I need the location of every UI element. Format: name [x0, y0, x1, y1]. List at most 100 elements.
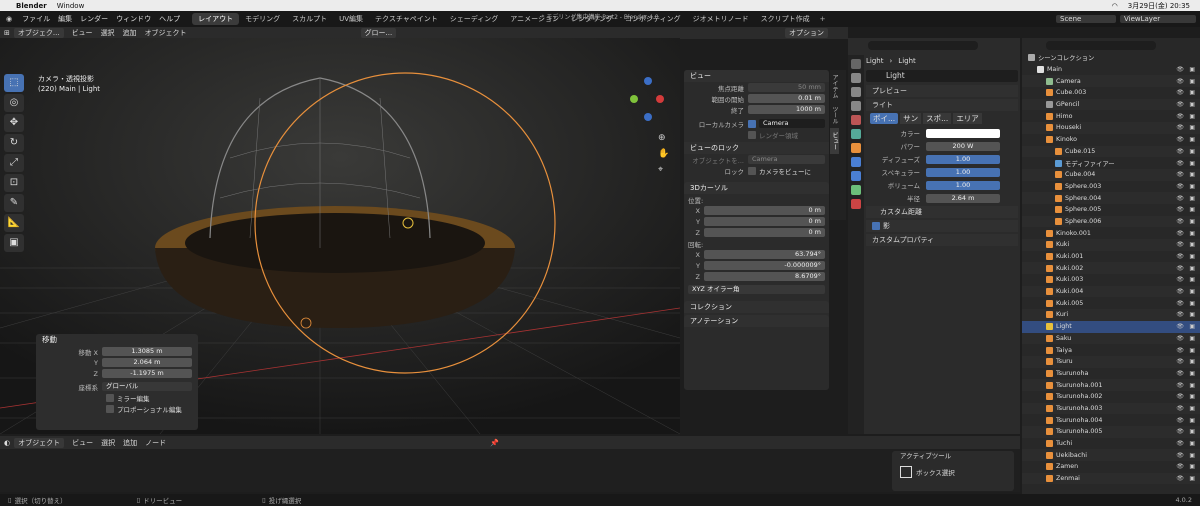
render-camera-icon[interactable]: ▣: [1189, 288, 1195, 295]
visibility-eye-icon[interactable]: 👁: [1176, 311, 1184, 318]
render-camera-icon[interactable]: ▣: [1189, 253, 1195, 260]
custom-props-section[interactable]: カスタムプロパティ: [866, 234, 1018, 246]
visibility-eye-icon[interactable]: 👁: [1176, 241, 1184, 248]
outliner-row[interactable]: Kuki.005 👁 ▣: [1022, 297, 1200, 309]
visibility-eye-icon[interactable]: 👁: [1176, 183, 1184, 190]
outliner-row[interactable]: Sphere.003 👁 ▣: [1022, 181, 1200, 193]
focal-field[interactable]: 50 mm: [748, 83, 825, 92]
view-panel-header[interactable]: ビュー: [684, 70, 829, 82]
transform-orientation[interactable]: グロー...: [360, 28, 397, 38]
annotation-header[interactable]: アノテーション: [684, 315, 829, 327]
outliner-row[interactable]: Saku 👁 ▣: [1022, 332, 1200, 345]
cursor-rot-z-field[interactable]: 8.6709°: [704, 272, 825, 281]
outliner-row[interactable]: Tsurunoha 👁 ▣: [1022, 368, 1200, 380]
cursor-tool-icon[interactable]: ◎: [4, 94, 24, 112]
cursor-x-field[interactable]: 0 m: [704, 206, 825, 215]
view-lock-header[interactable]: ビューのロック: [684, 142, 829, 154]
lock-camera-checkbox[interactable]: [748, 166, 756, 175]
visibility-eye-icon[interactable]: 👁: [1176, 195, 1184, 202]
render-camera-icon[interactable]: ▣: [1189, 183, 1195, 190]
visibility-eye-icon[interactable]: 👁: [1176, 417, 1184, 424]
visibility-eye-icon[interactable]: 👁: [1176, 347, 1184, 354]
node-mode-selector[interactable]: オブジェクト: [14, 437, 65, 448]
radius-field[interactable]: 2.64 m: [926, 193, 1000, 203]
scene-props-icon[interactable]: [851, 115, 861, 125]
visibility-eye-icon[interactable]: 👁: [1176, 276, 1184, 283]
visibility-eye-icon[interactable]: 👁: [1176, 440, 1184, 447]
visibility-eye-icon[interactable]: 👁: [1176, 101, 1184, 108]
shadow-section[interactable]: 影: [866, 220, 1018, 232]
node-menu-0[interactable]: ビュー: [68, 438, 97, 448]
add-workspace-icon[interactable]: +: [820, 15, 826, 23]
visibility-eye-icon[interactable]: 👁: [1176, 89, 1184, 96]
render-camera-icon[interactable]: ▣: [1189, 195, 1195, 202]
render-camera-icon[interactable]: ▣: [1189, 101, 1195, 108]
render-camera-icon[interactable]: ▣: [1189, 405, 1195, 412]
outliner-row[interactable]: Tsurunoha.005 👁 ▣: [1022, 426, 1200, 438]
render-props-icon[interactable]: [851, 73, 861, 83]
render-camera-icon[interactable]: ▣: [1189, 300, 1195, 307]
visibility-eye-icon[interactable]: 👁: [1176, 335, 1184, 342]
render-camera-icon[interactable]: ▣: [1189, 136, 1195, 143]
cursor-rot-y-field[interactable]: -0.000009°: [704, 261, 825, 270]
mac-app-name[interactable]: Blender: [16, 2, 47, 10]
local-camera-checkbox[interactable]: [748, 119, 756, 128]
specular-field[interactable]: 1.00: [926, 167, 1000, 177]
visibility-eye-icon[interactable]: 👁: [1176, 393, 1184, 400]
collection-header[interactable]: コレクション: [684, 301, 829, 313]
render-camera-icon[interactable]: ▣: [1189, 323, 1195, 330]
active-tool-title[interactable]: アクティブツール: [892, 451, 1014, 462]
menu-4[interactable]: ヘルプ: [155, 14, 184, 24]
box-select-icon[interactable]: [900, 466, 912, 478]
outliner-row[interactable]: Light 👁 ▣: [1022, 320, 1200, 333]
workspace-tab-0[interactable]: レイアウト: [192, 13, 240, 25]
outliner-row[interactable]: Main 👁 ▣: [1022, 64, 1200, 76]
visibility-eye-icon[interactable]: 👁: [1176, 405, 1184, 412]
power-field[interactable]: 200 W: [926, 141, 1000, 151]
render-camera-icon[interactable]: ▣: [1189, 393, 1195, 400]
mode-selector[interactable]: オブジェク...: [13, 28, 64, 38]
mac-window-menu[interactable]: Window: [57, 2, 85, 10]
render-camera-icon[interactable]: ▣: [1189, 66, 1195, 73]
wifi-icon[interactable]: ◠: [1112, 2, 1118, 10]
scene-selector[interactable]: Scene: [1056, 15, 1116, 23]
texture-props-icon[interactable]: [851, 199, 861, 209]
outliner-row[interactable]: GPencil 👁 ▣: [1022, 98, 1200, 111]
visibility-eye-icon[interactable]: 👁: [1176, 124, 1184, 131]
move-z-field[interactable]: -1.1975 m: [102, 369, 192, 378]
light-type-area[interactable]: エリア: [953, 113, 982, 124]
visibility-eye-icon[interactable]: 👁: [1176, 160, 1184, 167]
workspace-tab-2[interactable]: スカルプト: [286, 13, 333, 25]
diffuse-field[interactable]: 1.00: [926, 154, 1000, 164]
tab-item[interactable]: アイテム: [830, 70, 839, 102]
light-type-sun[interactable]: サン: [900, 113, 922, 124]
mirror-checkbox[interactable]: [106, 393, 114, 402]
move-x-field[interactable]: 1.3085 m: [102, 347, 192, 356]
render-camera-icon[interactable]: ▣: [1189, 241, 1195, 248]
select-tool-icon[interactable]: ⬚: [4, 74, 24, 92]
clip-start-field[interactable]: 0.01 m: [748, 94, 825, 103]
render-camera-icon[interactable]: ▣: [1189, 78, 1195, 85]
node-menu-3[interactable]: ノード: [141, 438, 170, 448]
visibility-eye-icon[interactable]: 👁: [1176, 323, 1184, 330]
outliner-row[interactable]: Kuri 👁 ▣: [1022, 309, 1200, 321]
visibility-eye-icon[interactable]: 👁: [1176, 113, 1184, 120]
render-camera-icon[interactable]: ▣: [1189, 475, 1195, 482]
outliner-row[interactable]: Sphere.005 👁 ▣: [1022, 204, 1200, 216]
visibility-eye-icon[interactable]: 👁: [1176, 475, 1184, 482]
visibility-eye-icon[interactable]: 👁: [1176, 265, 1184, 272]
render-camera-icon[interactable]: ▣: [1189, 428, 1195, 435]
outliner-row[interactable]: Sphere.004 👁 ▣: [1022, 192, 1200, 204]
outliner-row[interactable]: Tsurunoha.002 👁 ▣: [1022, 391, 1200, 403]
visibility-eye-icon[interactable]: 👁: [1176, 463, 1184, 470]
view-layer-props-icon[interactable]: [851, 101, 861, 111]
visibility-eye-icon[interactable]: 👁: [1176, 288, 1184, 295]
outliner-row[interactable]: Cube.003 👁 ▣: [1022, 87, 1200, 99]
proportional-checkbox[interactable]: [106, 404, 114, 413]
outliner-row[interactable]: Kuki.002 👁 ▣: [1022, 262, 1200, 275]
render-camera-icon[interactable]: ▣: [1189, 452, 1195, 459]
mac-datetime[interactable]: 3月29日(金) 20:35: [1128, 1, 1190, 11]
render-camera-icon[interactable]: ▣: [1189, 124, 1195, 131]
cursor-rot-x-field[interactable]: 63.794°: [704, 250, 825, 259]
node-editor[interactable]: アクティブツール ボックス選択: [0, 449, 1020, 492]
